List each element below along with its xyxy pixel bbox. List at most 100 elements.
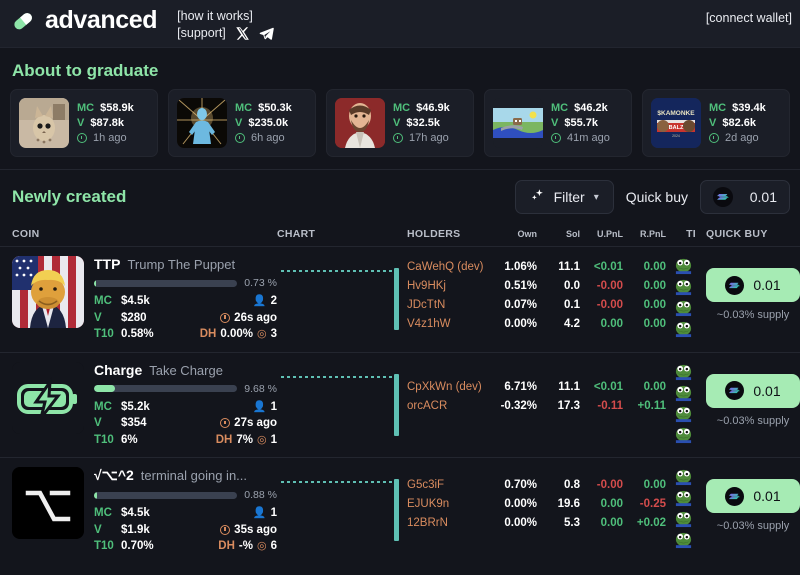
holder-row[interactable]: EJUK9n 0.00% 19.6 0.00 -0.25 [407, 495, 666, 514]
holder-own: 0.51% [492, 277, 537, 296]
pepe-avatar-icon [674, 362, 693, 381]
holder-own: 0.00% [492, 514, 537, 533]
how-it-works-link[interactable]: [how it works] [177, 9, 253, 23]
solana-icon [725, 487, 744, 506]
pepe-avatar-icon [674, 256, 693, 275]
table-row[interactable]: TTP Trump The Puppet 0.73 % MC $4.5k 👤2 … [0, 246, 800, 352]
holder-row[interactable]: CpXkWn (dev) 6.71% 11.1 <0.01 0.00 [407, 378, 666, 397]
holders-cell: CpXkWn (dev) 6.71% 11.1 <0.01 0.00 orcAC… [407, 362, 666, 416]
v-value: $87.8k [90, 116, 124, 131]
chart-candle [394, 268, 399, 330]
support-link[interactable]: [support] [177, 25, 226, 42]
holder-sol: 17.3 [537, 397, 580, 416]
holder-sol: 4.2 [537, 315, 580, 334]
bonding-progress-label: 9.68 % [244, 383, 277, 395]
coin-cell[interactable]: Charge Take Charge 9.68 % MC $5.2k 👤1 V … [12, 362, 277, 449]
glowing-figure-thumbnail [177, 98, 227, 148]
holder-sol: 11.1 [537, 258, 580, 277]
quick-buy-amount-input[interactable]: 0.01 [700, 180, 790, 214]
clock-icon [393, 133, 403, 143]
bonding-progress-track [94, 280, 237, 287]
holder-row[interactable]: JDcTtN 0.07% 0.1 -0.00 0.00 [407, 296, 666, 315]
table-row[interactable]: Charge Take Charge 9.68 % MC $5.2k 👤1 V … [0, 352, 800, 458]
solana-icon [725, 276, 744, 295]
coin-symbol: TTP [94, 256, 120, 272]
chart-baseline [281, 270, 393, 272]
coin-cell[interactable]: √⌥^2 terminal going in... 0.88 % MC $4.5… [12, 467, 277, 555]
column-header-holders: HOLDERS [407, 228, 492, 240]
holder-rpnl: 0.00 [623, 476, 666, 495]
pixel-landscape-thumbnail [493, 98, 543, 148]
holder-row[interactable]: G5c3iF 0.70% 0.8 -0.00 0.00 [407, 476, 666, 495]
holder-address: Hv9HKj [407, 277, 492, 296]
bearded-man-thumbnail [335, 98, 385, 148]
x-icon[interactable] [235, 26, 250, 41]
column-header-upnl: U.PnL [580, 229, 623, 239]
trump-puppet-thumbnail [12, 256, 84, 328]
holder-upnl: 0.00 [580, 495, 623, 514]
telegram-icon[interactable] [259, 26, 274, 41]
quick-buy-button[interactable]: 0.01 [706, 479, 800, 513]
svg-text:BALZ: BALZ [669, 125, 684, 131]
brand[interactable]: advanced [10, 6, 157, 35]
chart-baseline [281, 376, 393, 378]
holders-cell: G5c3iF 0.70% 0.8 -0.00 0.00 EJUK9n 0.00%… [407, 467, 666, 533]
chart-candle [394, 374, 399, 436]
holder-upnl: 0.00 [580, 514, 623, 533]
graduate-card[interactable]: MC$58.9k V$87.8k 1h ago [10, 89, 158, 157]
clock-icon [709, 133, 719, 143]
column-header-chart: CHART [277, 228, 407, 240]
mc-label: MC [94, 505, 121, 522]
age-value: 41m ago [567, 131, 610, 146]
bonding-progress-fill [94, 385, 115, 392]
holder-row[interactable]: CaWehQ (dev) 1.06% 11.1 <0.01 0.00 [407, 258, 666, 277]
table-row[interactable]: √⌥^2 terminal going in... 0.88 % MC $4.5… [0, 457, 800, 564]
serval-cat-thumbnail [19, 98, 69, 148]
pepe-avatar-icon [674, 509, 693, 528]
solana-icon [725, 381, 744, 400]
holder-row[interactable]: orcACR -0.32% 17.3 -0.11 +0.11 [407, 397, 666, 416]
v-label: V [393, 116, 400, 131]
graduate-card-strip: MC$58.9k V$87.8k 1h ago [0, 89, 800, 169]
graduate-card[interactable]: MC$46.9k V$32.5k 17h ago [326, 89, 474, 157]
pepe-avatar-icon [674, 277, 693, 296]
holder-upnl: -0.00 [580, 476, 623, 495]
holder-rpnl: 0.00 [623, 258, 666, 277]
chevron-down-icon: ▾ [594, 192, 599, 203]
quick-buy-button[interactable]: 0.01 [706, 268, 800, 302]
holder-row[interactable]: Hv9HKj 0.51% 0.0 -0.00 0.00 [407, 277, 666, 296]
holder-rpnl: 0.00 [623, 315, 666, 334]
clock-icon [235, 133, 245, 143]
filter-button[interactable]: Filter ▾ [515, 180, 614, 214]
age-value: 26s ago [234, 310, 277, 327]
holder-address: G5c3iF [407, 476, 492, 495]
svg-text:2024: 2024 [672, 134, 680, 138]
dh-label: DH [200, 326, 217, 343]
quick-buy-cell: 0.01 ~0.03% supply [700, 256, 800, 321]
holder-row[interactable]: 12BRrN 0.00% 5.3 0.00 +0.02 [407, 514, 666, 533]
header-links: [how it works] [support] [177, 8, 274, 42]
clock-icon [77, 133, 87, 143]
graduate-card[interactable]: $KAMONKE BALZ 2024 MC$39.4k V$82.6k 2d a… [642, 89, 790, 157]
graduate-card[interactable]: MC$50.3k V$235.0k 6h ago [168, 89, 316, 157]
age-value: 2d ago [725, 131, 759, 146]
mc-value: $58.9k [100, 101, 134, 116]
holders-icon: 👤 [253, 505, 267, 522]
mc-value: $46.2k [574, 101, 608, 116]
v-label: V [709, 116, 716, 131]
bonding-progress: 0.88 % [94, 489, 277, 501]
holder-row[interactable]: V4z1hW 0.00% 4.2 0.00 0.00 [407, 315, 666, 334]
v-value: $1.9k [121, 522, 183, 539]
holder-upnl: 0.00 [580, 315, 623, 334]
pepe-avatar-icon [674, 298, 693, 317]
supply-estimate: ~0.03% supply [706, 309, 800, 321]
bonding-progress-fill [94, 492, 97, 499]
coin-cell[interactable]: TTP Trump The Puppet 0.73 % MC $4.5k 👤2 … [12, 256, 277, 343]
mc-label: MC [393, 101, 410, 116]
t10-label: T10 [94, 432, 121, 449]
bonding-progress-track [94, 385, 237, 392]
clock-icon [551, 133, 561, 143]
connect-wallet-button[interactable]: [connect wallet] [706, 11, 792, 25]
graduate-card[interactable]: MC$46.2k V$55.7k 41m ago [484, 89, 632, 157]
quick-buy-button[interactable]: 0.01 [706, 374, 800, 408]
